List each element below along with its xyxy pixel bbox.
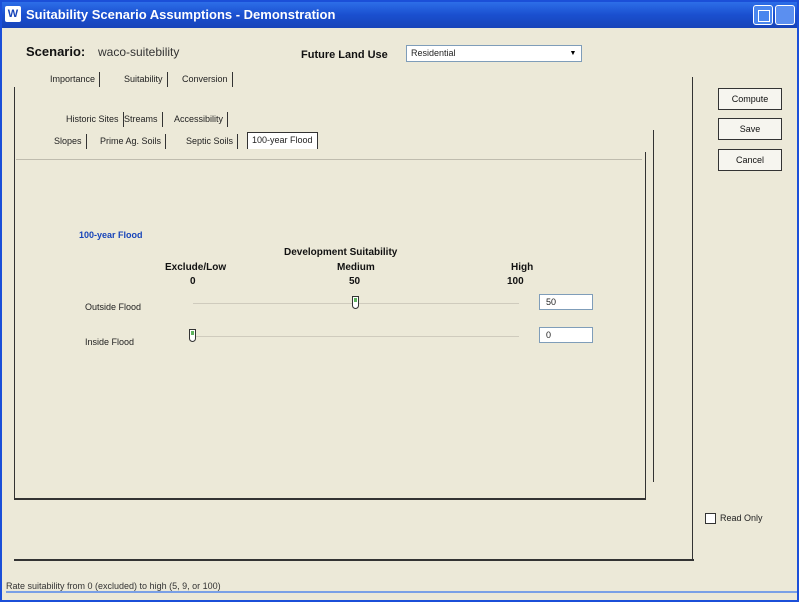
flood-section-title: 100-year Flood — [79, 230, 143, 240]
panel-border-bottom — [14, 498, 646, 500]
panel-border-outer-bottom — [14, 559, 694, 561]
tab-septic-soils[interactable]: Septic Soils — [182, 134, 239, 149]
tab-suitability[interactable]: Suitability — [120, 72, 168, 87]
close-icon[interactable] — [775, 5, 795, 25]
panel-border-inner — [645, 152, 646, 500]
compute-button[interactable]: Compute — [718, 88, 782, 110]
scale-label-medium: Medium — [337, 262, 375, 273]
future-land-use-select[interactable]: Residential ▼ — [406, 45, 582, 62]
scale-value-high: 100 — [507, 276, 524, 287]
read-only-label: Read Only — [720, 513, 763, 523]
scale-label-high: High — [511, 262, 534, 273]
title-bar: W Suitability Scenario Assumptions - Dem… — [2, 2, 797, 28]
outside-flood-input[interactable]: 50 — [539, 294, 593, 310]
outside-flood-slider-thumb[interactable] — [352, 296, 359, 309]
panel-border-mid — [653, 130, 654, 482]
tab-conversion[interactable]: Conversion — [178, 72, 233, 87]
panel-border-left — [14, 87, 15, 499]
restore-icon[interactable] — [753, 5, 773, 25]
future-land-use-label: Future Land Use — [301, 49, 388, 61]
scenario-label: Scenario: — [26, 44, 86, 59]
scale-value-low: 0 — [190, 276, 196, 287]
sub-tab-divider — [16, 159, 642, 160]
window: W Suitability Scenario Assumptions - Dem… — [0, 0, 799, 602]
panel-border-right — [692, 77, 693, 561]
cancel-button[interactable]: Cancel — [718, 149, 782, 171]
status-bar-border — [6, 591, 797, 593]
app-icon: W — [5, 6, 21, 22]
save-button[interactable]: Save — [718, 118, 782, 140]
tab-100-year-flood[interactable]: 100-year Flood — [247, 132, 318, 149]
scenario-value: waco-suitebility — [98, 45, 180, 59]
future-land-use-value: Residential — [411, 48, 456, 58]
inside-flood-slider-track[interactable] — [193, 336, 519, 337]
tab-prime-ag-soils[interactable]: Prime Ag. Soils — [96, 134, 167, 149]
outside-flood-label: Outside Flood — [85, 302, 142, 312]
inside-flood-slider-thumb[interactable] — [189, 329, 196, 342]
tab-accessibility[interactable]: Accessibility — [170, 112, 229, 127]
scale-value-medium: 50 — [349, 276, 361, 287]
read-only-checkbox[interactable] — [705, 513, 716, 524]
window-title: Suitability Scenario Assumptions - Demon… — [26, 7, 336, 22]
inside-flood-label: Inside Flood — [85, 337, 135, 347]
tab-historic-sites[interactable]: Historic Sites — [62, 112, 124, 127]
tab-streams[interactable]: Streams — [120, 112, 163, 127]
inside-flood-input[interactable]: 0 — [539, 327, 593, 343]
chevron-down-icon[interactable]: ▼ — [566, 47, 580, 60]
development-suitability-heading: Development Suitability — [284, 247, 398, 258]
scale-label-low: Exclude/Low — [165, 262, 227, 273]
tab-slopes[interactable]: Slopes — [50, 134, 87, 149]
tab-importance[interactable]: Importance — [46, 72, 101, 87]
